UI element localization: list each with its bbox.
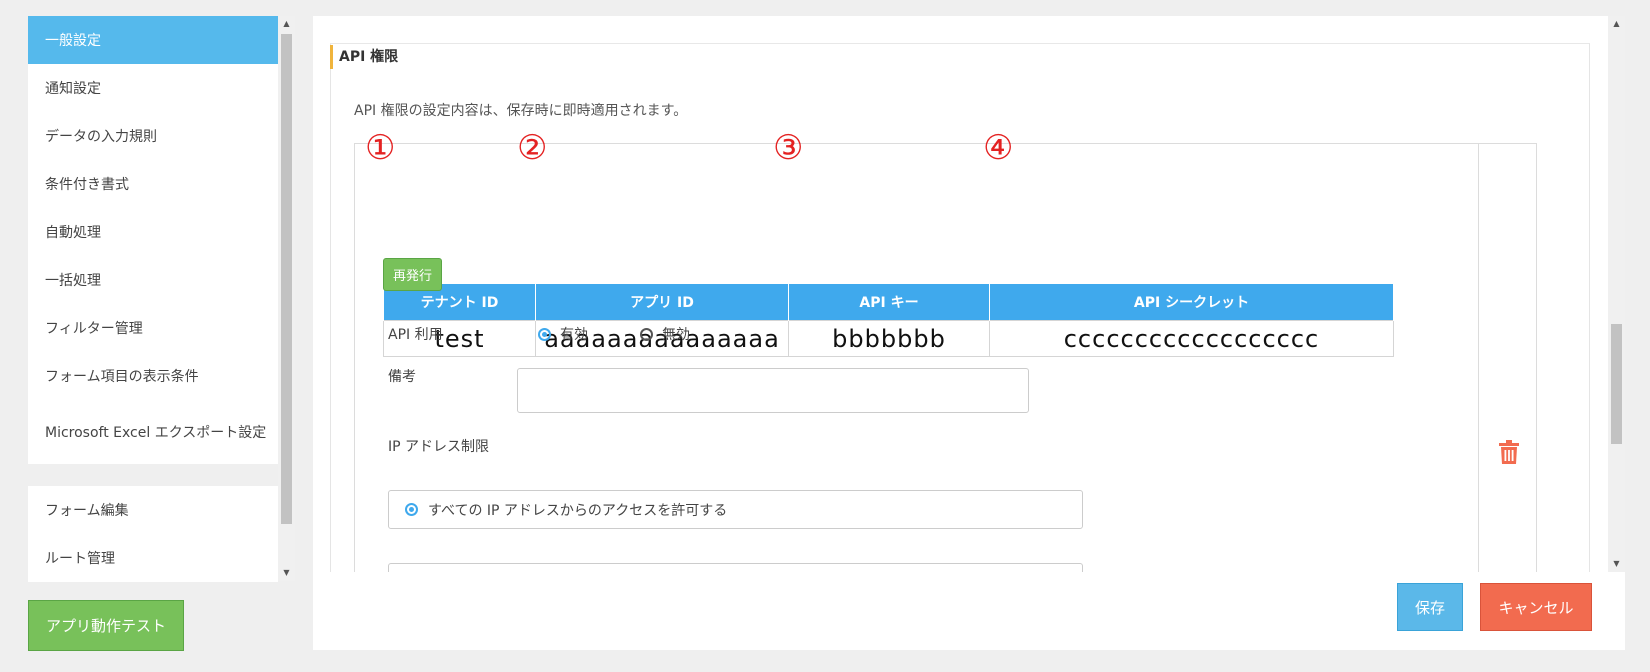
header-app-id: アプリ ID xyxy=(535,283,789,321)
radio-unselected-icon xyxy=(640,327,653,341)
sidebar-item-filter[interactable]: フィルター管理 xyxy=(28,304,278,352)
radio-selected-icon xyxy=(405,503,418,516)
ip-restriction-label: IP アドレス制限 xyxy=(388,439,490,455)
trash-icon[interactable] xyxy=(1499,440,1519,464)
reissue-button[interactable]: 再発行 xyxy=(383,258,442,291)
sidebar-item-excel-export[interactable]: Microsoft Excel エクスポート設定 xyxy=(28,400,278,464)
annotation-1: ① xyxy=(365,128,396,168)
cancel-button[interactable]: キャンセル xyxy=(1480,583,1592,631)
sidebar-item-route[interactable]: ルート管理 xyxy=(28,534,278,582)
note-label: 備考 xyxy=(388,369,416,385)
scroll-thumb[interactable] xyxy=(281,34,292,524)
save-button[interactable]: 保存 xyxy=(1397,583,1463,631)
sidebar-item-bulk[interactable]: 一括処理 xyxy=(28,256,278,304)
main-panel: API 権限 API 権限の設定内容は、保存時に即時適用されます。 テナント I… xyxy=(313,16,1608,572)
annotation-2: ② xyxy=(517,128,548,168)
api-table: テナント ID アプリ ID API キー API シークレット test aa… xyxy=(383,283,1394,357)
radio-label: 有効 xyxy=(560,327,588,343)
sidebar-item-notification[interactable]: 通知設定 xyxy=(28,64,278,112)
annotation-3: ③ xyxy=(773,128,804,168)
section-title: API 権限 xyxy=(330,45,398,69)
ip-allow-all-label: すべての IP アドレスからのアクセスを許可する xyxy=(428,502,728,519)
scroll-up-icon[interactable]: ▲ xyxy=(1608,16,1625,32)
radio-selected-icon xyxy=(538,327,551,341)
scroll-up-icon[interactable]: ▲ xyxy=(278,16,295,32)
sidebar-scrollbar[interactable]: ▲ ▼ xyxy=(278,16,295,581)
ip-specific-option[interactable] xyxy=(388,563,1083,572)
scroll-down-icon[interactable]: ▼ xyxy=(1608,556,1625,572)
sidebar-item-conditional-format[interactable]: 条件付き書式 xyxy=(28,160,278,208)
sidebar-item-validation[interactable]: データの入力規則 xyxy=(28,112,278,160)
header-api-secret: API シークレット xyxy=(989,283,1394,321)
cell-api-key: bbbbbbb xyxy=(788,320,990,357)
scroll-down-icon[interactable]: ▼ xyxy=(278,565,295,581)
api-usage-disabled-radio[interactable]: 無効 xyxy=(640,324,690,344)
column-divider xyxy=(1478,144,1479,572)
sidebar-item-general[interactable]: 一般設定 xyxy=(28,16,278,64)
note-input[interactable] xyxy=(517,368,1029,413)
scroll-thumb[interactable] xyxy=(1611,324,1622,444)
section-description: API 権限の設定内容は、保存時に即時適用されます。 xyxy=(354,103,688,119)
header-api-key: API キー xyxy=(788,283,990,321)
app-test-button[interactable]: アプリ動作テスト xyxy=(28,600,184,651)
annotation-4: ④ xyxy=(983,128,1014,168)
settings-menu: 一般設定 通知設定 データの入力規則 条件付き書式 自動処理 一括処理 フィルタ… xyxy=(28,16,278,464)
sidebar-item-automation[interactable]: 自動処理 xyxy=(28,208,278,256)
main-scrollbar[interactable]: ▲ ▼ xyxy=(1608,16,1625,572)
ip-allow-all-option[interactable]: すべての IP アドレスからのアクセスを許可する xyxy=(388,490,1083,529)
edit-menu: フォーム編集 ルート管理 xyxy=(28,486,278,582)
cell-api-secret: cccccccccccccccccc xyxy=(989,320,1394,357)
api-usage-enabled-radio[interactable]: 有効 xyxy=(538,324,588,344)
sidebar-item-form-edit[interactable]: フォーム編集 xyxy=(28,486,278,534)
api-usage-label: API 利用 xyxy=(388,327,443,343)
sidebar-item-display-condition[interactable]: フォーム項目の表示条件 xyxy=(28,352,278,400)
radio-label: 無効 xyxy=(662,327,690,343)
sidebar: 一般設定 通知設定 データの入力規則 条件付き書式 自動処理 一括処理 フィルタ… xyxy=(28,16,295,582)
